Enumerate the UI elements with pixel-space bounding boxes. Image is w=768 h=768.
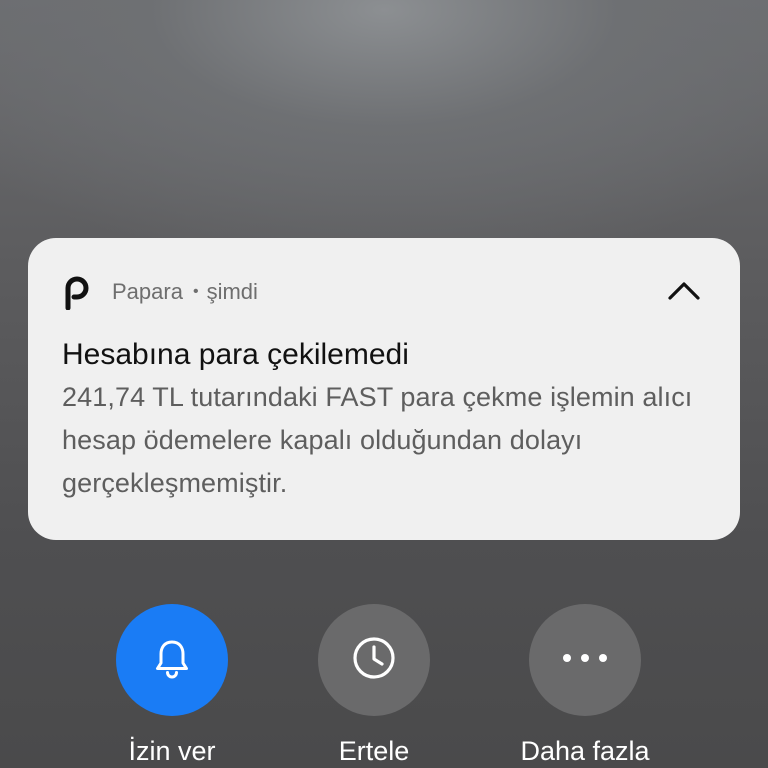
allow-button[interactable]: İzin ver — [82, 604, 262, 767]
notification-header: Papara • şimdi — [64, 272, 258, 312]
snooze-label: Ertele — [338, 736, 410, 766]
collapse-button[interactable] — [664, 274, 704, 310]
bell-icon — [150, 636, 194, 685]
notification-actions: İzin ver Ertele Daha fazla — [0, 604, 768, 768]
snooze-button-circle[interactable] — [318, 604, 430, 716]
notification-body: 241,74 TL tutarındaki FAST para çekme iş… — [62, 382, 693, 498]
chevron-up-icon — [667, 279, 701, 306]
more-horizontal-icon — [561, 651, 609, 669]
header-separator: • — [192, 283, 199, 300]
allow-button-circle[interactable] — [116, 604, 228, 716]
notification-time: şimdi — [206, 279, 258, 304]
notification-title: Hesabına para çekilemedi — [62, 338, 409, 371]
more-button-circle[interactable] — [529, 604, 641, 716]
more-label: Daha fazla — [520, 736, 650, 766]
more-button[interactable]: Daha fazla — [495, 604, 675, 767]
allow-label: İzin ver — [128, 736, 216, 766]
clock-icon — [350, 634, 398, 687]
papara-logo-icon — [64, 274, 90, 310]
notification-card[interactable]: Papara • şimdi Hesabına para çekilemedi … — [28, 238, 740, 540]
snooze-button[interactable]: Ertele — [284, 604, 464, 767]
app-name: Papara — [112, 279, 183, 304]
